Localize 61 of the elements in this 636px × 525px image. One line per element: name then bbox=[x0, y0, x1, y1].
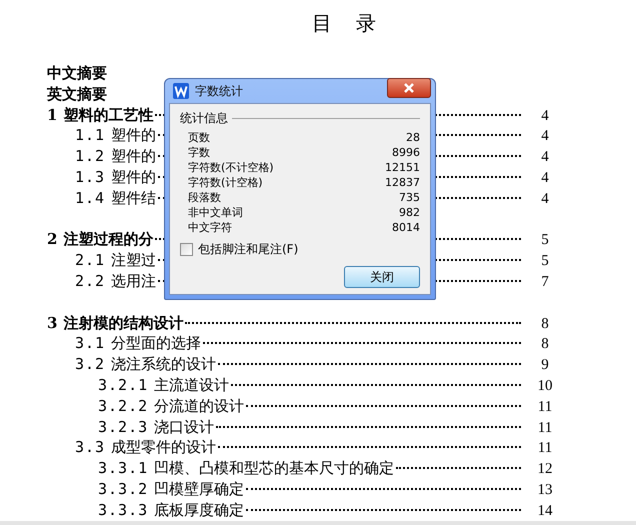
toc-entry-title: 3.3.1 凹模、凸模和型芯的基本尺寸的确定 bbox=[98, 458, 394, 479]
toc-entry-title: 3.1 分型面的选择 bbox=[75, 333, 202, 354]
page-number: 7 bbox=[540, 272, 550, 292]
stat-label: 非中文单词 bbox=[188, 205, 243, 220]
toc-entry-title: 2.2 选用注 bbox=[75, 270, 156, 292]
stat-label: 中文字符 bbox=[188, 220, 232, 235]
checkbox-label: 包括脚注和尾注(F) bbox=[198, 241, 298, 258]
toc-entry-title: 1.2 塑件的 bbox=[75, 146, 156, 167]
checkbox[interactable] bbox=[180, 243, 193, 256]
page-number: 11 bbox=[536, 398, 554, 417]
contents-title: 目 录 bbox=[312, 10, 379, 37]
stat-label: 字数 bbox=[188, 145, 210, 160]
page-number: 11 bbox=[536, 418, 554, 438]
page-number: 4 bbox=[540, 168, 550, 188]
stat-value: 8014 bbox=[392, 220, 420, 235]
page-number: 13 bbox=[536, 480, 554, 500]
page-number: 4 bbox=[540, 127, 550, 146]
stat-value: 8996 bbox=[392, 145, 420, 160]
stat-value: 12837 bbox=[385, 175, 420, 190]
page-number: 4 bbox=[540, 190, 550, 209]
page-number: 8 bbox=[540, 314, 550, 334]
page-number: 8 bbox=[540, 335, 550, 354]
close-icon bbox=[403, 83, 415, 93]
stat-label: 字符数(不计空格) bbox=[188, 160, 274, 175]
page-number: 14 bbox=[536, 502, 554, 521]
toc-entry-title: 1.3 塑件的 bbox=[75, 166, 156, 188]
toc-entry-title: 2.1 注塑过 bbox=[75, 250, 156, 271]
toc-entry-title: 3 注射模的结构设计 bbox=[47, 312, 184, 334]
stat-label: 字符数(计空格) bbox=[188, 175, 263, 190]
stat-value: 982 bbox=[399, 205, 420, 220]
page-number: 9 bbox=[540, 356, 550, 376]
dialog-title: 字数统计 bbox=[195, 82, 243, 100]
page-number: 5 bbox=[540, 231, 550, 250]
stat-value: 735 bbox=[399, 190, 420, 205]
toc-entry-title: 3.3.3 底板厚度确定 bbox=[98, 500, 244, 521]
page-number: 4 bbox=[540, 148, 550, 168]
toc-entry-title: 3.3 成型零件的设计 bbox=[75, 437, 216, 458]
toc-entry-title: 3.2.3 浇口设计 bbox=[98, 416, 214, 438]
page-number: 5 bbox=[540, 252, 550, 272]
toc-entry-title: 英文摘要 bbox=[47, 84, 107, 105]
page-number: 10 bbox=[536, 376, 554, 396]
stat-value: 12151 bbox=[385, 160, 420, 175]
page-number: 12 bbox=[536, 460, 554, 480]
toc-entry-title: 3.2.2 分流道的设计 bbox=[98, 396, 244, 417]
close-dialog-button[interactable]: 关闭 bbox=[344, 266, 420, 288]
stat-value: 28 bbox=[406, 130, 420, 145]
toc-entry-title: 1 塑料的工艺性 bbox=[47, 104, 154, 126]
stat-label: 段落数 bbox=[188, 190, 221, 205]
toc-entry-title: 3.2.1 主流道设计 bbox=[98, 374, 230, 396]
toc-entry-title: 1.4 塑件结 bbox=[75, 188, 156, 209]
close-button[interactable] bbox=[387, 78, 431, 98]
toc-entry-title: 1.1 塑件的 bbox=[75, 125, 156, 146]
page-number: 11 bbox=[536, 439, 554, 458]
stat-label: 页数 bbox=[188, 130, 210, 145]
toc-entry-title: 3.2 浇注系统的设计 bbox=[75, 354, 216, 375]
toc-entry-title: 2 注塑过程的分 bbox=[47, 229, 154, 250]
page-number: 4 bbox=[540, 106, 550, 126]
app-logo-icon bbox=[173, 83, 189, 99]
toc-entry-title: 中文摘要 bbox=[47, 63, 107, 84]
toc-entry-title: 3.3.2 凹模壁厚确定 bbox=[98, 478, 244, 500]
group-label: 统计信息 bbox=[180, 110, 228, 127]
